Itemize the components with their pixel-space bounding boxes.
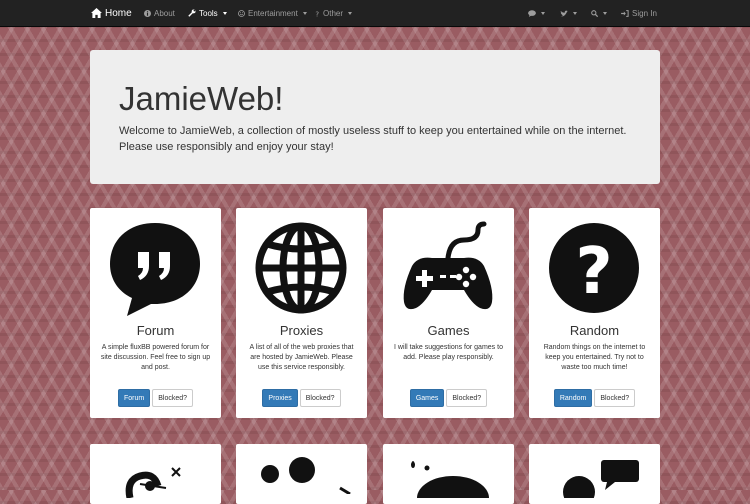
svg-text:?: ? (575, 235, 612, 309)
nav-home[interactable]: Home (91, 0, 132, 26)
nav-about[interactable]: About (144, 0, 175, 26)
cloche-icon (411, 461, 489, 498)
chevron-down-icon (573, 11, 577, 15)
top-navbar: Home About Tools Entertainment ? Other S… (0, 0, 750, 27)
games-button[interactable]: Games (409, 389, 445, 407)
bottom-card-2 (236, 444, 367, 504)
nav-entertainment[interactable]: Entertainment (238, 0, 307, 26)
bottom-card-3 (383, 444, 514, 504)
home-icon (91, 8, 102, 18)
chevron-down-icon (541, 11, 545, 15)
nav-about-label: About (154, 8, 175, 18)
gamepad-icon (403, 221, 493, 310)
forum-blocked-button[interactable]: Blocked? (152, 389, 194, 407)
games-card: Games I will take suggestions for games … (383, 208, 514, 418)
nav-entertainment-label: Entertainment (248, 8, 298, 18)
comment-icon (528, 9, 536, 17)
chevron-down-icon (222, 11, 227, 15)
random-button[interactable]: Random (553, 389, 593, 407)
nav-chat-dropdown[interactable] (528, 0, 545, 26)
random-card: ? Random Random things on the internet t… (529, 208, 660, 418)
proxies-card-description: A list of all of the web proxies that ar… (249, 344, 354, 371)
games-card-actions: Games Blocked? (383, 389, 514, 407)
proxies-blocked-button[interactable]: Blocked? (299, 389, 341, 407)
random-card-title: Random (569, 323, 620, 338)
forum-card: Forum A simple fluxBB powered forum for … (90, 208, 221, 418)
search-icon (591, 9, 598, 17)
svg-text:?: ? (315, 10, 319, 17)
smile-icon (238, 9, 245, 17)
wrench-icon (188, 9, 196, 17)
chevron-down-icon (348, 11, 353, 15)
proxies-card-title: Proxies (279, 323, 324, 338)
nav-sign-in[interactable]: Sign In (621, 0, 657, 26)
question-circle-icon: ? (549, 223, 639, 313)
welcome-text: Welcome to JamieWeb, a collection of mos… (119, 125, 627, 153)
random-card-actions: Random Blocked? (529, 389, 660, 407)
games-card-title: Games (427, 323, 470, 338)
nav-twitter-dropdown[interactable] (560, 0, 577, 26)
forum-card-description: A simple fluxBB powered forum for site d… (100, 344, 211, 371)
sign-in-icon (621, 9, 629, 17)
question-icon: ? (315, 10, 319, 17)
info-icon (144, 9, 151, 17)
random-blocked-button[interactable]: Blocked? (594, 389, 636, 407)
games-card-description: I will take suggestions for games to add… (394, 344, 503, 361)
proxies-card: Proxies A list of all of the web proxies… (236, 208, 367, 418)
games-blocked-button[interactable]: Blocked? (446, 389, 488, 407)
nav-other-label: Other (323, 8, 344, 18)
nav-other[interactable]: ? Other (315, 0, 353, 26)
forum-button[interactable]: Forum (117, 389, 151, 407)
forum-card-title: Forum (136, 323, 175, 338)
nav-search-dropdown[interactable] (591, 0, 607, 26)
chevron-down-icon (603, 11, 607, 15)
proxies-button[interactable]: Proxies (262, 389, 298, 407)
bottom-card-4 (529, 444, 660, 504)
globe-icon (255, 222, 347, 314)
twitter-icon (560, 10, 568, 16)
bottom-card-1 (90, 444, 221, 504)
people-icon (261, 457, 351, 494)
tools-icon (125, 467, 181, 498)
nav-tools-label: Tools (199, 8, 218, 18)
speech-bubble-quote-icon (110, 223, 200, 316)
forum-card-actions: Forum Blocked? (90, 389, 221, 407)
random-card-description: Random things on the internet to keep yo… (543, 344, 646, 371)
nav-tools[interactable]: Tools (188, 0, 227, 26)
page-title: JamieWeb! (119, 80, 284, 117)
chevron-down-icon (302, 11, 307, 15)
nav-sign-in-label: Sign In (632, 8, 657, 18)
nav-home-label: Home (105, 7, 132, 19)
proxies-card-actions: Proxies Blocked? (236, 389, 367, 407)
welcome-jumbotron: JamieWeb! Welcome to JamieWeb, a collect… (90, 50, 660, 184)
chat-bubbles-icon (563, 460, 639, 498)
